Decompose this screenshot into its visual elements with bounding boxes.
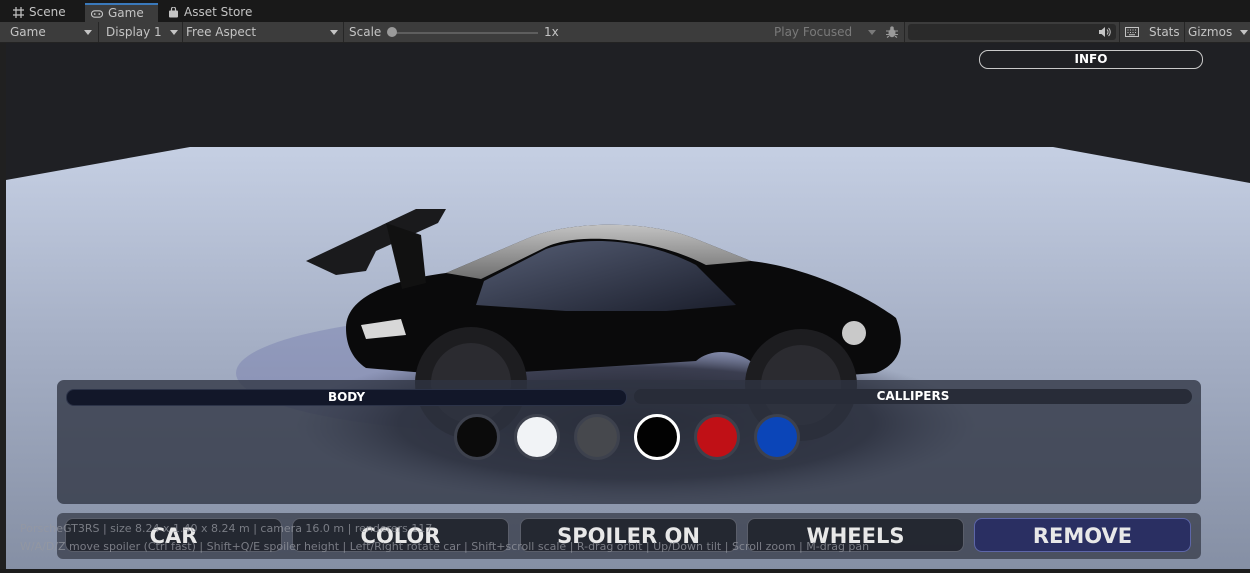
aspect-dropdown-label: Free Aspect (186, 25, 257, 39)
tab-game[interactable]: Game (85, 3, 158, 22)
scale-label: Scale (349, 25, 382, 39)
game-view-dropdown[interactable]: Game (10, 22, 96, 42)
chevron-down-icon (330, 30, 338, 35)
gamepad-icon (91, 8, 103, 20)
hud-controls-text: W/A/D/Z move spoiler (Ctrl fast) | Shift… (20, 540, 870, 553)
chevron-down-icon (170, 30, 178, 35)
divider (343, 22, 344, 42)
grid-icon (12, 7, 24, 19)
game-view-dropdown-label: Game (10, 25, 46, 39)
speaker-icon[interactable] (1098, 22, 1114, 42)
color-swatch[interactable] (574, 414, 620, 460)
keyboard-icon[interactable] (1125, 22, 1141, 42)
scale-slider-track[interactable] (392, 32, 538, 34)
stats-toggle[interactable]: Stats (1149, 22, 1180, 42)
tab-callipers[interactable]: CALLIPERS (634, 389, 1192, 404)
remove-button[interactable]: REMOVE (974, 518, 1191, 552)
color-swatch[interactable] (634, 414, 680, 460)
color-swatch[interactable] (694, 414, 740, 460)
hud-stats-text: PorscheGT3RS | size 8.24 x 1.40 x 8.24 m… (20, 522, 433, 535)
divider (904, 22, 905, 42)
color-swatch[interactable] (514, 414, 560, 460)
scale-slider-handle[interactable] (387, 27, 397, 37)
scale-value: 1x (544, 25, 559, 39)
tab-scene[interactable]: Scene (12, 3, 66, 22)
chevron-down-icon[interactable] (1240, 30, 1248, 35)
divider (182, 22, 183, 42)
color-swatch[interactable] (754, 414, 800, 460)
color-swatch[interactable] (454, 414, 500, 460)
bug-icon[interactable] (885, 22, 901, 42)
tab-scene-label: Scene (29, 5, 66, 19)
play-mode-dropdown[interactable]: Play Focused (774, 22, 878, 42)
divider (1119, 22, 1120, 42)
game-viewport[interactable]: INFO BODY CALLIPERS CAR COLOR SPOILER ON… (6, 43, 1250, 569)
color-panel: BODY CALLIPERS (57, 380, 1201, 504)
info-button[interactable]: INFO (979, 50, 1203, 69)
aspect-dropdown[interactable]: Free Aspect (186, 22, 338, 42)
divider (1184, 22, 1185, 42)
display-dropdown[interactable]: Display 1 (106, 22, 180, 42)
play-mode-label: Play Focused (774, 25, 853, 39)
divider (98, 22, 99, 42)
chevron-down-icon (868, 30, 876, 35)
gizmos-toggle[interactable]: Gizmos (1188, 22, 1232, 42)
editor-tab-bar: Scene Game Asset Store (0, 0, 1250, 22)
tab-game-label: Game (108, 6, 144, 20)
tab-asset-store-label: Asset Store (184, 5, 253, 19)
store-bag-icon (167, 7, 179, 19)
tab-body[interactable]: BODY (66, 389, 627, 406)
game-view-toolbar: Game Display 1 Free Aspect Scale 1x Play… (0, 22, 1250, 43)
toolbar-search-field[interactable] (908, 24, 1116, 40)
display-dropdown-label: Display 1 (106, 25, 162, 39)
chevron-down-icon (84, 30, 92, 35)
tab-asset-store[interactable]: Asset Store (167, 3, 252, 22)
